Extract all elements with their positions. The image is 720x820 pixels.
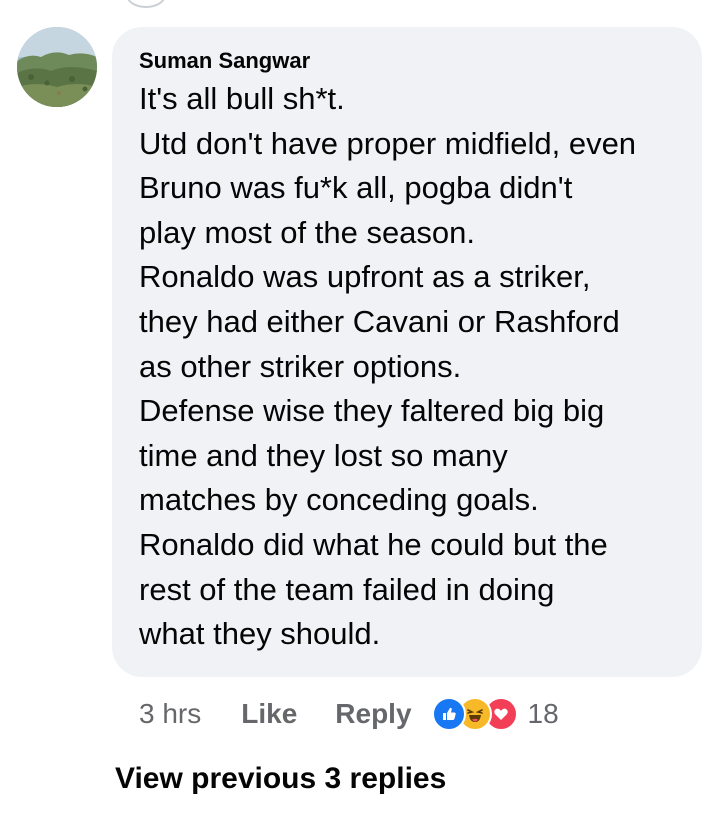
comment-line: they had either Cavani or Rashford [139,303,620,339]
comment-line: time and they lost so many [139,437,508,473]
reactions-summary[interactable]: 18 [431,697,559,731]
comment-line: what they should. [139,616,381,652]
comment-author[interactable]: Suman Sangwar [139,47,678,75]
comment-line: Utd don't have proper midfield, even [139,125,637,161]
comment-timestamp[interactable]: 3 hrs [139,698,201,730]
comment-line: Ronaldo did what he could but the [139,526,608,562]
comment-thread: Suman Sangwar It's all bull sh*t. Utd do… [0,0,720,820]
like-icon [431,697,466,731]
comment-line: Ronaldo was upfront as a striker, [139,259,591,295]
view-previous-replies-link[interactable]: View previous 3 replies [115,762,446,796]
comment-line: matches by conceding goals. [139,482,539,518]
comment-line: It's all bull sh*t. [139,81,345,116]
avatar[interactable] [17,27,97,107]
reply-button[interactable]: Reply [335,698,411,730]
comment-line: rest of the team failed in doing [139,571,555,607]
comment-line: as other striker options. [139,348,462,384]
comment-body: It's all bull sh*t. Utd don't have prope… [139,77,678,657]
reaction-count: 18 [527,698,559,729]
comment-line: Bruno was fu*k all, pogba didn't [139,170,573,206]
comment-actions: 3 hrs Like Reply 18 [139,692,559,736]
comment-line: Defense wise they faltered big big [139,393,605,429]
like-button[interactable]: Like [241,698,297,730]
comment-bubble: Suman Sangwar It's all bull sh*t. Utd do… [112,27,702,677]
comment-line: play most of the season. [139,214,476,250]
avatar-landscape-image [17,27,97,107]
previous-item-edge [126,0,166,8]
